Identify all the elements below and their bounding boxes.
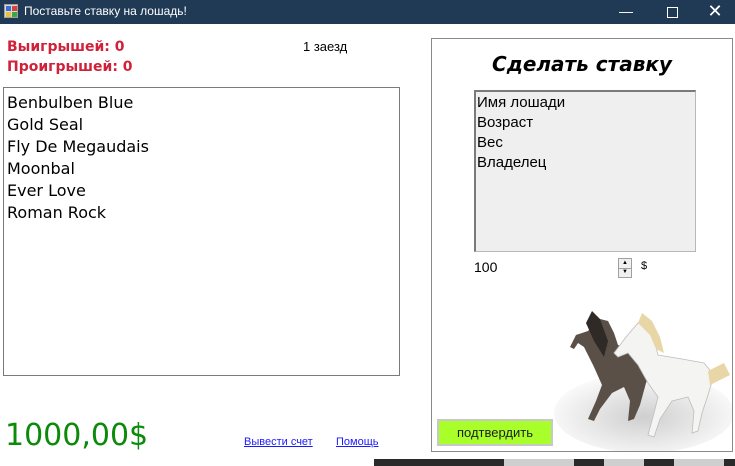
balance-display: 1000,00$ bbox=[5, 418, 149, 453]
minimize-button[interactable]: — bbox=[603, 0, 649, 24]
list-item[interactable]: Roman Rock bbox=[7, 202, 399, 224]
list-item[interactable]: Gold Seal bbox=[7, 114, 399, 136]
horse-info-box[interactable]: Имя лошади Возраст Вес Владелец bbox=[474, 90, 696, 252]
list-item[interactable]: Benbulben Blue bbox=[7, 92, 399, 114]
maximize-button[interactable] bbox=[649, 0, 695, 24]
withdraw-link[interactable]: Вывести счет bbox=[244, 436, 313, 448]
list-item[interactable]: Fly De Megaudais bbox=[7, 136, 399, 158]
maximize-icon bbox=[666, 6, 678, 18]
horse-list[interactable]: Benbulben Blue Gold Seal Fly De Megaudai… bbox=[3, 87, 400, 376]
info-horse-name: Имя лошади bbox=[477, 94, 566, 111]
wins-counter: Выигрышей: 0 bbox=[7, 39, 125, 55]
bet-panel-title: Сделать ставку bbox=[492, 52, 672, 76]
close-button[interactable]: ✕ bbox=[692, 0, 735, 24]
window-title: Поставьте ставку на лошадь! bbox=[24, 4, 187, 18]
bet-amount-stepper[interactable]: ▲ ▼ bbox=[618, 258, 632, 278]
list-item[interactable]: Moonbal bbox=[7, 158, 399, 180]
bet-panel: Сделать ставку Имя лошади Возраст Вес Вл… bbox=[431, 38, 733, 452]
info-owner: Владелец bbox=[477, 154, 547, 171]
bet-amount-input[interactable]: 100 bbox=[474, 259, 534, 275]
currency-label: $ bbox=[641, 260, 648, 272]
info-age: Возраст bbox=[477, 114, 534, 131]
list-item[interactable]: Ever Love bbox=[7, 180, 399, 202]
losses-counter: Проигрышей: 0 bbox=[7, 59, 133, 75]
horses-image bbox=[554, 311, 732, 451]
taskbar-edge bbox=[374, 459, 735, 466]
spin-down-icon[interactable]: ▼ bbox=[619, 268, 631, 277]
help-link[interactable]: Помощь bbox=[336, 436, 379, 448]
confirm-button[interactable]: подтвердить bbox=[437, 419, 553, 446]
app-icon[interactable] bbox=[4, 4, 18, 18]
info-weight: Вес bbox=[477, 134, 503, 151]
title-bar: Поставьте ставку на лошадь! — ✕ bbox=[0, 0, 735, 24]
race-number: 1 заезд bbox=[303, 39, 348, 54]
